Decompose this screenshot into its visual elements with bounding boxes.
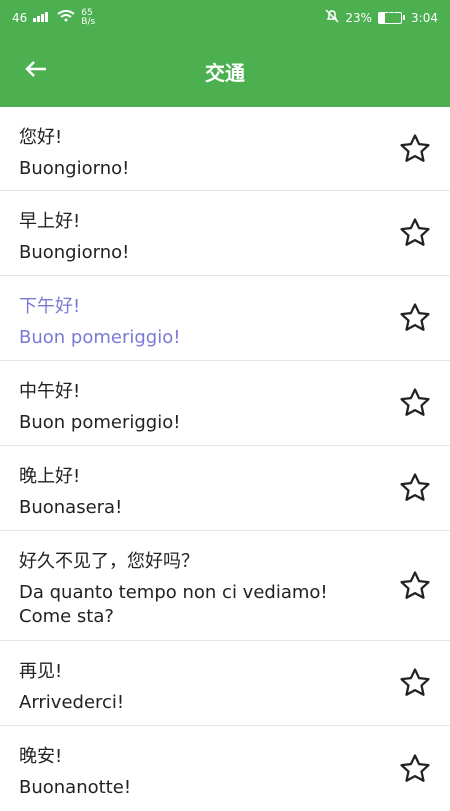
- back-button[interactable]: [22, 57, 50, 85]
- favorite-button[interactable]: [398, 216, 432, 250]
- phrase-chinese: 您好!: [19, 127, 63, 148]
- favorite-button[interactable]: [398, 752, 432, 786]
- battery-icon: 23: [378, 9, 406, 24]
- phrase-italian: Da quanto tempo non ci vediamo! Come sta…: [19, 582, 328, 627]
- phrase-chinese: 下午好!: [19, 296, 81, 317]
- arrow-left-icon: [25, 60, 47, 82]
- favorite-button[interactable]: [398, 666, 432, 700]
- phrase-item-selected[interactable]: 下午好! Buon pomeriggio!: [0, 276, 450, 361]
- phrase-italian: Buon pomeriggio!: [19, 327, 181, 348]
- star-outline-icon: [398, 471, 432, 505]
- phrase-item[interactable]: 再见! Arrivederci!: [0, 641, 450, 726]
- phrase-chinese: 好久不见了，您好吗？: [19, 551, 199, 572]
- phrase-chinese: 早上好!: [19, 211, 81, 232]
- phrase-item[interactable]: 早上好! Buongiorno!: [0, 191, 450, 276]
- phrase-italian: Buon pomeriggio!: [19, 412, 181, 433]
- notifications-off-icon: [325, 9, 339, 26]
- wifi-icon: [57, 10, 75, 25]
- phrase-chinese: 晚安!: [19, 746, 63, 767]
- status-left: 46 65 B/s: [12, 8, 96, 27]
- favorite-button[interactable]: [398, 132, 432, 166]
- battery-level-text: 23: [384, 9, 396, 19]
- star-outline-icon: [398, 301, 432, 335]
- phrase-item[interactable]: 中午好! Buon pomeriggio!: [0, 361, 450, 446]
- phrase-item[interactable]: 晚上好! Buonasera!: [0, 446, 450, 531]
- phrase-chinese: 中午好!: [19, 381, 81, 402]
- signal-icon: [33, 10, 51, 25]
- star-outline-icon: [398, 216, 432, 250]
- star-outline-icon: [398, 666, 432, 700]
- favorite-button[interactable]: [398, 471, 432, 505]
- phrase-italian: Buongiorno!: [19, 242, 130, 263]
- network-speed: 65 B/s: [81, 8, 96, 27]
- status-bar: 46 65 B/s 23% 23 3:04: [0, 0, 450, 35]
- star-outline-icon: [398, 132, 432, 166]
- phrase-chinese: 晚上好!: [19, 466, 81, 487]
- phrase-item[interactable]: 好久不见了，您好吗？ Da quanto tempo non ci vediam…: [0, 531, 450, 641]
- net-speed-unit: B/s: [81, 16, 96, 27]
- favorite-button[interactable]: [398, 386, 432, 420]
- signal-strength-text: 46: [12, 10, 28, 25]
- phrase-italian: Buongiorno!: [19, 158, 130, 179]
- phrase-italian: Buonanotte!: [19, 777, 132, 798]
- phrase-italian: Buonasera!: [19, 497, 123, 518]
- star-outline-icon: [398, 569, 432, 603]
- phrase-italian: Arrivederci!: [19, 692, 125, 713]
- favorite-button[interactable]: [398, 301, 432, 335]
- clock: 3:04: [411, 10, 438, 25]
- star-outline-icon: [398, 386, 432, 420]
- battery-percent: 23%: [345, 10, 373, 25]
- phrase-chinese: 再见!: [19, 661, 63, 682]
- status-right: 23% 23 3:04: [325, 9, 438, 26]
- phrase-item[interactable]: 晚安! Buonanotte!: [0, 726, 450, 811]
- phrase-item[interactable]: 您好! Buongiorno!: [0, 107, 450, 191]
- page-title: 交通: [205, 60, 245, 85]
- favorite-button[interactable]: [398, 569, 432, 603]
- phrase-list: 您好! Buongiorno! 早上好! Buongiorno! 下午好! Bu…: [0, 107, 450, 811]
- app-bar: 交通: [0, 35, 450, 107]
- star-outline-icon: [398, 752, 432, 786]
